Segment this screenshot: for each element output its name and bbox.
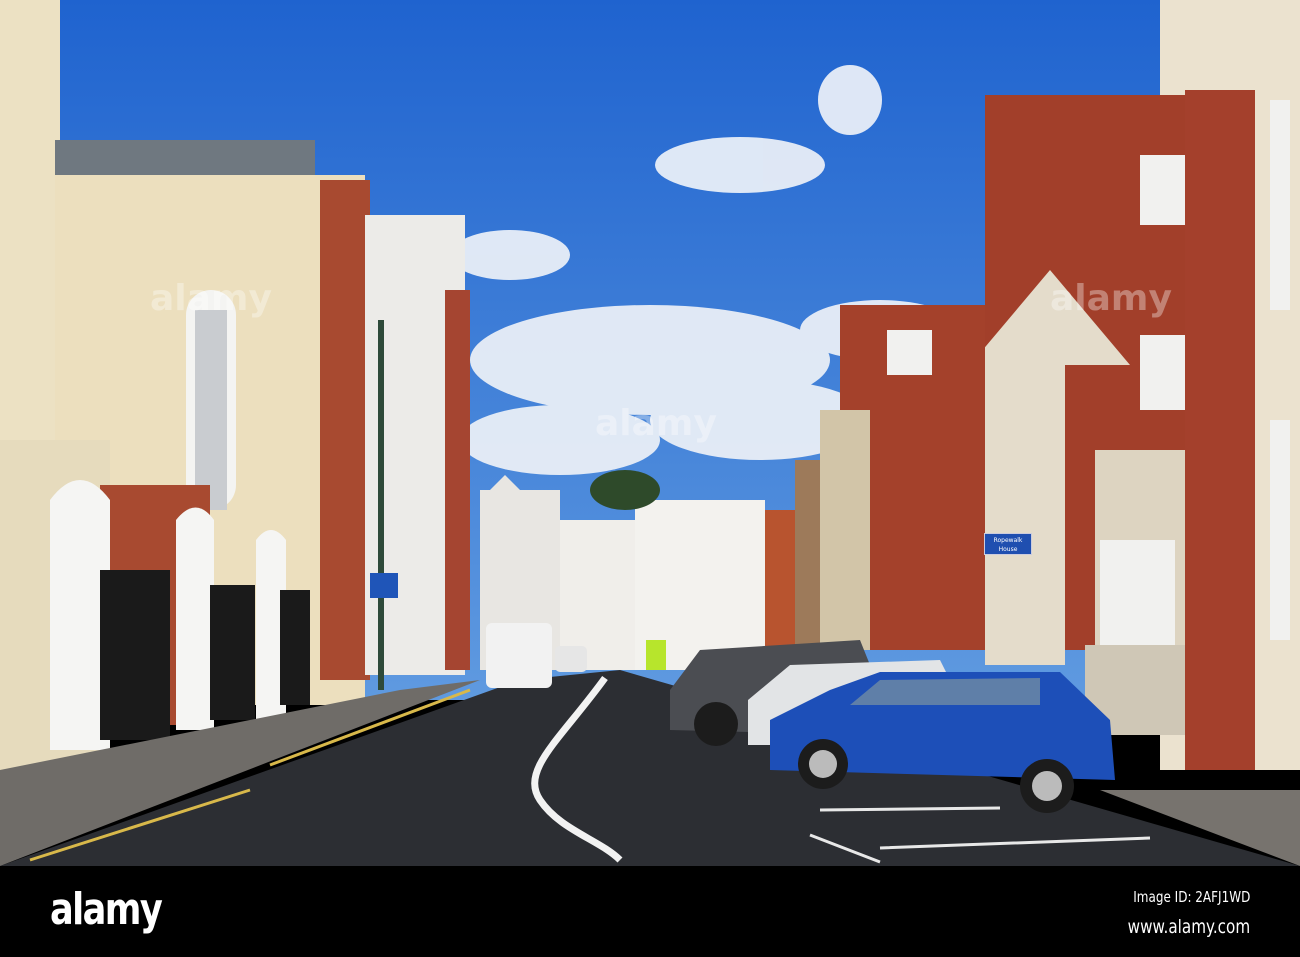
svg-text:alamy: alamy <box>1050 278 1172 319</box>
alamy-url: www.alamy.com <box>1127 916 1250 938</box>
sign-line-2: House <box>998 546 1018 553</box>
alamy-logo: alamy <box>50 884 163 935</box>
street-photo: alamy alamy alamy Ropewalk House <box>0 0 1300 866</box>
watermark-bar: alamy Image ID: 2AFJ1WD www.alamy.com <box>0 866 1300 957</box>
image-id: Image ID: 2AFJ1WD <box>1132 888 1250 906</box>
svg-text:alamy: alamy <box>150 278 272 319</box>
svg-text:alamy: alamy <box>595 403 717 444</box>
ropewalk-house-sign: Ropewalk House <box>984 533 1032 555</box>
sign-line-1: Ropewalk <box>993 537 1023 544</box>
